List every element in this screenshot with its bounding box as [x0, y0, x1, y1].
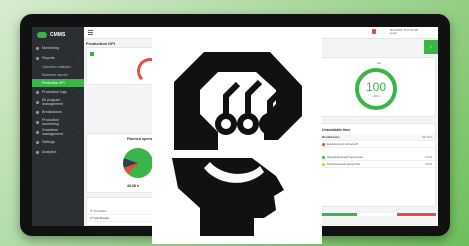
- status-dot-icon: [322, 155, 325, 159]
- page-title: Production KPI: [86, 41, 115, 46]
- chevron-icon: ⌄: [77, 56, 80, 60]
- production-icon: [36, 120, 39, 124]
- donut-chart: [123, 148, 153, 178]
- status-dot-icon: [322, 142, 325, 146]
- gauge-right: 100 100%: [355, 68, 397, 110]
- logo-mark-icon: [37, 32, 47, 38]
- sidebar-item-label: Breakdowns: [42, 110, 62, 114]
- sidebar-item-production-monitoring[interactable]: Production monitoring ›: [32, 117, 84, 127]
- row-label: Operational and setup time: [327, 155, 364, 159]
- status-bar-green: [318, 213, 358, 216]
- row-value: 0.0%: [425, 155, 432, 159]
- sidebar-item-production-logs[interactable]: Production logs ›: [32, 87, 84, 97]
- sidebar-item-label: Downtime management: [42, 128, 63, 136]
- sidebar-item-label: Analytics: [42, 150, 57, 154]
- breakdown-icon: [36, 110, 39, 114]
- sidebar-item-label: Production monitoring: [42, 118, 60, 126]
- gauge-sub: 100%: [372, 94, 380, 98]
- breakdowns-header: Breakdowns 49.74 h: [319, 134, 435, 141]
- sidebar-item-label: Production logs: [42, 90, 67, 94]
- list-item-label: IT 7/4 Cham: [90, 209, 107, 213]
- chevron-icon: ›: [79, 46, 80, 50]
- row-label: Technical and setup time: [327, 162, 361, 166]
- chevron-icon: ›: [79, 90, 80, 94]
- sidebar-item-reports[interactable]: Reports ⌄: [32, 53, 84, 63]
- sidebar-subitem-balanced-reports[interactable]: Balanced reports: [32, 71, 84, 79]
- app-logo: CMMS: [32, 27, 84, 43]
- list-item-label: CT-HA Breaks: [90, 216, 110, 220]
- notification-icon[interactable]: [372, 29, 376, 34]
- panel-title: Unavailable time: [322, 128, 351, 132]
- sidebar-item-downtime-management[interactable]: Downtime management ›: [32, 127, 84, 137]
- unavailable-time-card: Unavailable time Breakdowns 49.74 h Equi…: [318, 123, 436, 207]
- list-item[interactable]: Operational and setup time 0.0%: [319, 154, 435, 161]
- status-bar-white: [357, 213, 397, 216]
- reports-icon: [36, 56, 39, 60]
- datetime-zone: Local: [389, 31, 397, 36]
- sidebar-item-settings[interactable]: Settings ›: [32, 137, 84, 147]
- sidebar-item-label: Reports: [42, 56, 55, 60]
- chevron-icon: ›: [79, 150, 80, 154]
- list-item[interactable]: Technical and setup time 0.0%: [319, 161, 435, 168]
- status-dot-icon: [322, 162, 325, 166]
- kpi-status-icon: [90, 52, 94, 56]
- sidebar-item-monitoring[interactable]: Monitoring ›: [32, 43, 84, 53]
- row-value: 49.74 h: [421, 135, 432, 139]
- chevron-icon: ›: [79, 110, 80, 114]
- row-label: Breakdowns: [322, 135, 340, 139]
- row-label: Equipment is turned off: [327, 142, 358, 146]
- sidebar-item-label: MI program management: [42, 98, 63, 106]
- list-item[interactable]: Equipment is turned off: [319, 141, 435, 148]
- chevron-icon: ›: [79, 120, 80, 124]
- datetime-display: 8/27/2025, 8:57:53 AM Local: [389, 28, 418, 36]
- chevron-icon: ›: [79, 130, 80, 134]
- gear-icon: [36, 140, 39, 144]
- sidebar-item-breakdowns[interactable]: Breakdowns ›: [32, 107, 84, 117]
- downtime-icon: [36, 130, 39, 134]
- log-icon: [36, 90, 39, 94]
- gauge-card: KA 100 100%: [318, 57, 436, 117]
- ai-head-circuit-svg: [172, 52, 302, 236]
- sidebar-subitem-production-kpi[interactable]: Production KPI: [32, 79, 84, 87]
- program-icon: [36, 100, 39, 104]
- export-button[interactable]: ⇩: [424, 40, 438, 54]
- chevron-icon: ›: [79, 140, 80, 144]
- sidebar-item-analytics[interactable]: Analytics ›: [32, 147, 84, 157]
- analytics-icon: [36, 150, 39, 154]
- sidebar-item-label: Settings: [42, 140, 55, 144]
- sidebar-item-program-management[interactable]: MI program management ›: [32, 97, 84, 107]
- gauge-value: 100: [365, 80, 387, 94]
- hamburger-menu-icon[interactable]: [88, 30, 93, 35]
- app-name: CMMS: [50, 32, 66, 38]
- status-bar: [318, 213, 436, 216]
- sidebar-item-label: Monitoring: [42, 46, 59, 50]
- donut-summary: 49.58 h: [127, 184, 140, 188]
- monitor-icon: [36, 46, 39, 50]
- sidebar-subitem-operation-analytics[interactable]: Operation analytics: [32, 63, 84, 71]
- ai-head-circuit-icon: [152, 38, 322, 244]
- row-value: 0.0%: [425, 162, 432, 166]
- chevron-icon: ›: [79, 100, 80, 104]
- gauge-label: KA: [377, 61, 382, 65]
- sidebar: CMMS Monitoring › Reports ⌄ Operation anal…: [32, 27, 84, 226]
- status-bar-red: [396, 213, 436, 216]
